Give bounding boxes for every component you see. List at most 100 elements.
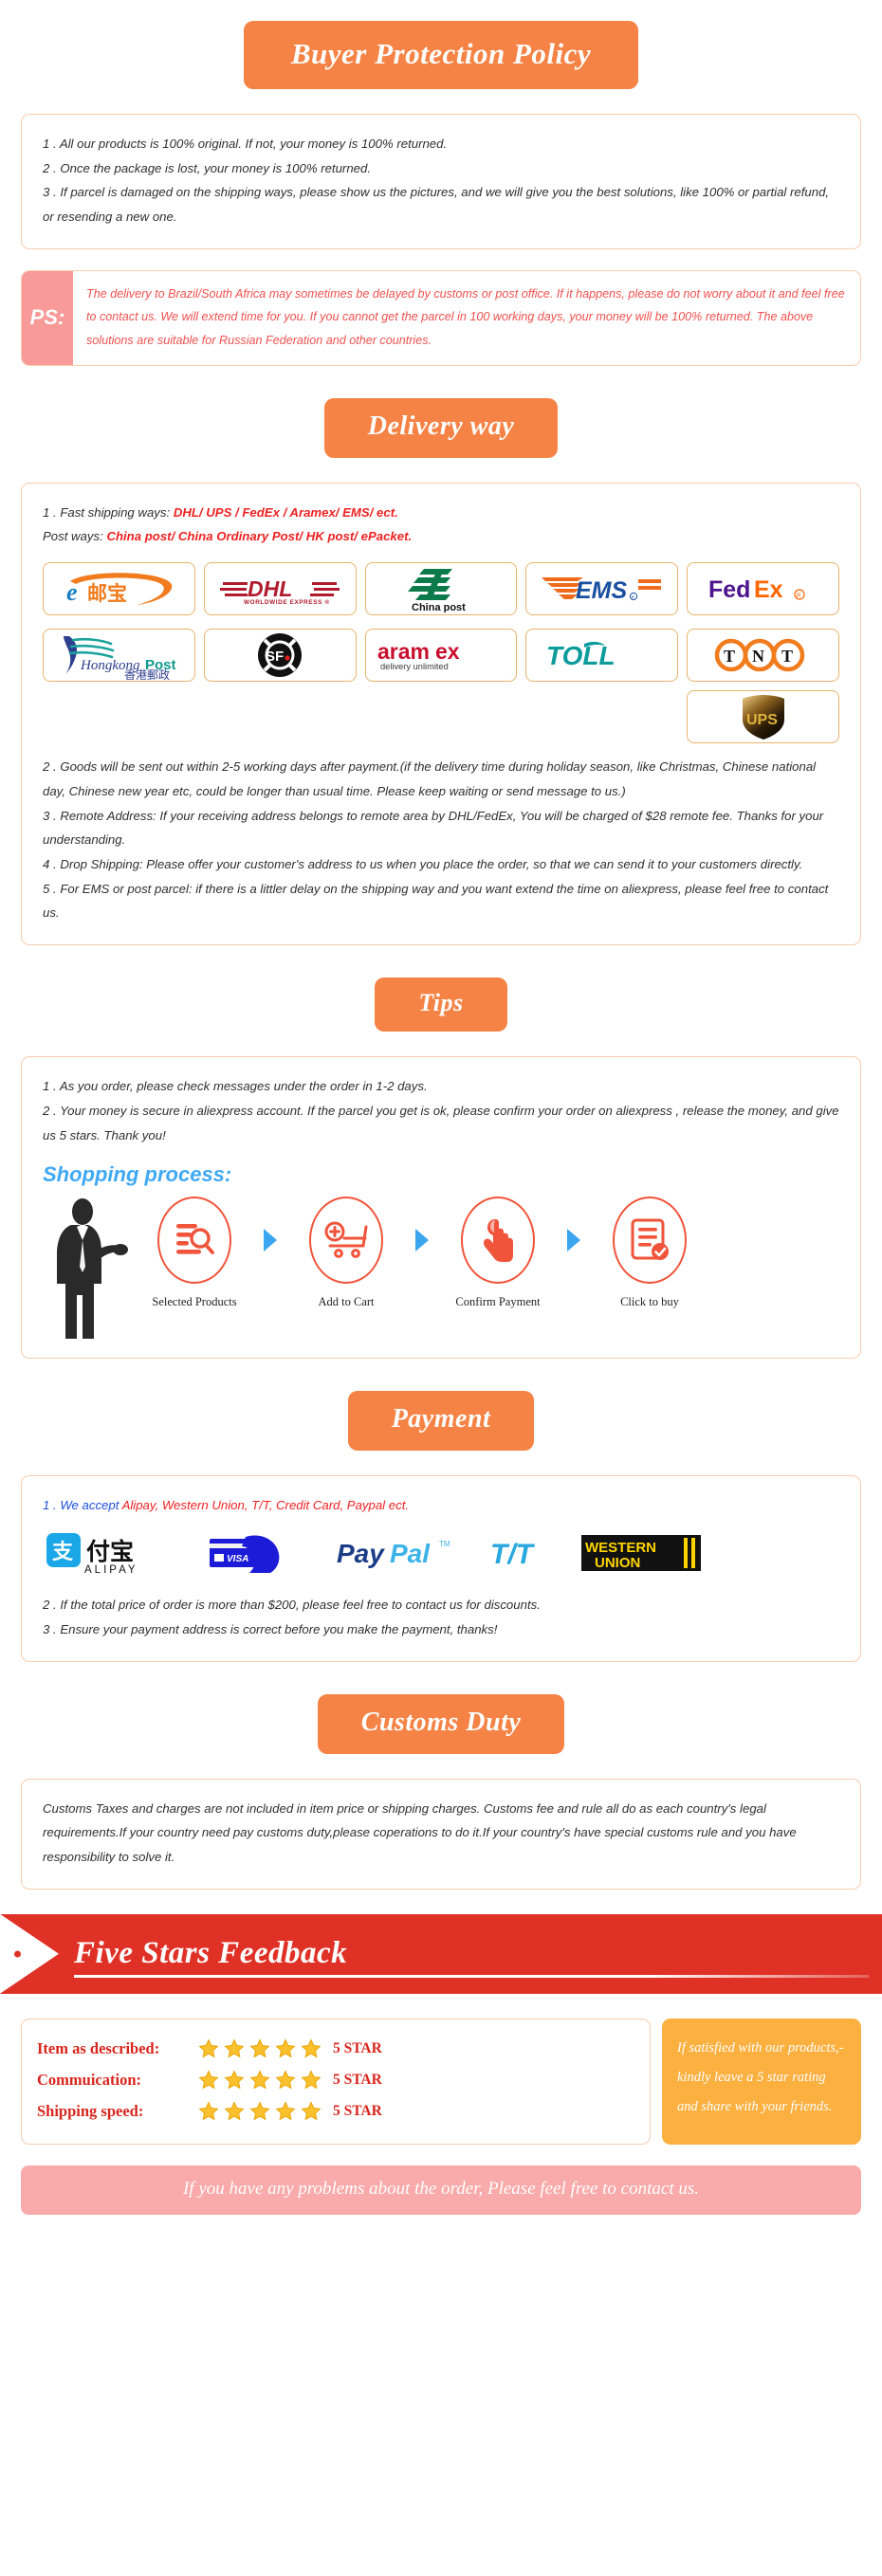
step-caption: Add to Cart — [318, 1295, 375, 1309]
fedex-logo: Fed Ex R — [687, 562, 839, 616]
banner-notch — [0, 1913, 59, 1994]
rating-stars — [198, 2038, 322, 2059]
star-icon — [275, 2070, 296, 2090]
buyer-protection-item-1: 1 . All our products is 100% original. I… — [43, 137, 448, 151]
svg-text:delivery unlimited: delivery unlimited — [380, 662, 449, 671]
svg-text:T: T — [724, 647, 735, 666]
svg-text:T: T — [781, 647, 793, 666]
step-caption: Selected Products — [152, 1295, 237, 1309]
svg-text:R: R — [796, 593, 800, 599]
star-icon — [224, 2070, 245, 2090]
delivery-card: 1 . Fast shipping ways: DHL/ UPS / FedEx… — [21, 482, 861, 946]
svg-text:Pay: Pay — [337, 1539, 385, 1568]
contact-footer: If you have any problems about the order… — [21, 2165, 861, 2215]
shopping-process-title: Shopping process: — [43, 1162, 232, 1187]
buyer-protection-item-2: 2 . Once the package is lost, your money… — [43, 160, 371, 175]
step-confirm-payment: Confirm Payment — [441, 1197, 555, 1309]
svg-text:VISA: VISA — [227, 1554, 248, 1564]
dhl-logo: DHL WORLDWIDE EXPRESS ® — [203, 562, 357, 616]
hongkong-post-logo: Hongkong Post 香港郵政 — [43, 629, 195, 683]
svg-text:Ex: Ex — [754, 576, 783, 603]
svg-text:Pal: Pal — [390, 1539, 431, 1568]
svg-text:DHL: DHL — [248, 576, 292, 601]
banner-dot-icon — [14, 1950, 21, 1958]
customs-heading: Customs Duty — [317, 1693, 565, 1754]
promo-page: Buyer Protection Policy 1 . All our prod… — [0, 0, 882, 2232]
tips-list: 1 . As you order, please check messages … — [43, 1074, 839, 1147]
delivery-shipping-ways: 1 . Fast shipping ways: DHL/ UPS / FedEx… — [43, 501, 839, 549]
payment-notes: 2 . If the total price of order is more … — [43, 1593, 839, 1641]
flow-arrow-icon — [559, 1197, 589, 1284]
svg-text:TOLL: TOLL — [546, 641, 616, 670]
step-caption: Confirm Payment — [455, 1295, 541, 1309]
star-icon — [249, 2101, 270, 2121]
star-icon — [198, 2070, 219, 2090]
payment-item-3: 3 . Ensure your payment address is corre… — [43, 1621, 498, 1636]
carrier-logo-grid-row-2: Hongkong Post 香港郵政 SF aram ex delivery u… — [43, 629, 839, 744]
feedback-banner: Five Stars Feedback — [0, 1913, 882, 1994]
rating-label: Commuication: — [37, 2070, 141, 2089]
fast-shipping-prefix: 1 . Fast shipping ways: — [43, 504, 174, 520]
rating-label: Shipping speed: — [37, 2101, 144, 2120]
star-icon — [301, 2070, 322, 2090]
rating-row: Shipping speed: 5 STAR — [37, 2101, 634, 2122]
china-post-logo: China post — [364, 562, 518, 616]
payment-card: 1 . We accept Alipay, Western Union, T/T… — [21, 1475, 861, 1662]
star-icon — [249, 2038, 270, 2058]
fast-shipping-line: 1 . Fast shipping ways: DHL/ UPS / FedEx… — [43, 501, 839, 525]
svg-text:SF: SF — [266, 649, 284, 665]
star-icon — [275, 2038, 296, 2058]
customs-text: Customs Taxes and charges are not includ… — [43, 1800, 797, 1865]
star-icon — [198, 2038, 219, 2058]
post-ways-line: Post ways: China post/ China Ordinary Po… — [43, 524, 839, 549]
rating-value: 5 STAR — [333, 2071, 382, 2088]
toll-logo: TOLL — [525, 629, 679, 683]
svg-text:T/T: T/T — [490, 1539, 536, 1570]
svg-text:WORLDWIDE EXPRESS ®: WORLDWIDE EXPRESS ® — [244, 598, 330, 606]
sf-express-logo: SF — [203, 629, 357, 683]
star-icon — [301, 2038, 322, 2058]
feedback-note: If satisfied with our products,- kindly … — [662, 2018, 861, 2145]
alipay-logo: 支 付宝 ALIPAY — [46, 1531, 187, 1580]
svg-text:WESTERN: WESTERN — [585, 1540, 656, 1556]
delivery-notes: 2 . Goods will be sent out within 2-5 wo… — [43, 755, 839, 925]
buyer-protection-heading: Buyer Protection Policy — [243, 21, 639, 89]
ups-logo: UPS — [687, 690, 839, 744]
svg-text:UPS: UPS — [746, 712, 778, 728]
customs-heading-wrap: Customs Duty — [0, 1693, 882, 1754]
customs-card: Customs Taxes and charges are not includ… — [21, 1778, 861, 1890]
feedback-heading: Five Stars Feedback — [74, 1936, 348, 1971]
visa-card-hand-logo: VISA — [208, 1531, 314, 1580]
feedback-body: Item as described: 5 STAR Commuication: — [21, 2018, 861, 2145]
svg-text:ALIPAY: ALIPAY — [84, 1564, 138, 1575]
star-icon — [275, 2101, 296, 2121]
rating-row: Commuication: 5 STAR — [37, 2070, 634, 2091]
star-icon — [198, 2101, 219, 2121]
payment-item-2: 2 . If the total price of order is more … — [43, 1598, 541, 1613]
rating-row: Item as described: 5 STAR — [37, 2038, 634, 2059]
rating-stars — [198, 2101, 322, 2122]
ps-notice: PS: The delivery to Brazil/South Africa … — [21, 269, 861, 366]
checklist-icon — [613, 1197, 687, 1285]
svg-text:China post: China post — [412, 602, 466, 612]
svg-text:N: N — [752, 647, 764, 666]
rating-table: Item as described: 5 STAR Commuication: — [21, 2018, 651, 2145]
flow-arrow-icon — [255, 1197, 285, 1284]
delivery-heading: Delivery way — [323, 397, 559, 458]
businessman-icon — [43, 1197, 134, 1340]
paypal-logo: Pay Pal TM — [335, 1533, 468, 1578]
payment-accept-prefix: 1 . We accept — [43, 1498, 122, 1513]
svg-text:Fed: Fed — [708, 576, 750, 603]
cart-plus-icon — [309, 1197, 383, 1285]
shopping-process-flow: Selected Products Add to Cart Confirm Pa… — [43, 1193, 839, 1340]
rating-value: 5 STAR — [333, 2102, 382, 2119]
western-union-logo: WESTERN UNION — [581, 1531, 701, 1580]
carrier-logo-grid-row-1: e 邮宝 DHL WORLDWIDE EXPRESS ® China post … — [43, 562, 839, 616]
rating-stars — [198, 2070, 322, 2091]
tips-heading: Tips — [375, 977, 507, 1032]
svg-text:香港郵政: 香港郵政 — [124, 668, 170, 680]
payment-accept-line: 1 . We accept Alipay, Western Union, T/T… — [43, 1493, 839, 1518]
svg-text:TM: TM — [439, 1540, 450, 1548]
epacket-logo: e 邮宝 — [43, 562, 195, 616]
delivery-item-5: 5 . For EMS or post parcel: if there is … — [43, 881, 829, 921]
